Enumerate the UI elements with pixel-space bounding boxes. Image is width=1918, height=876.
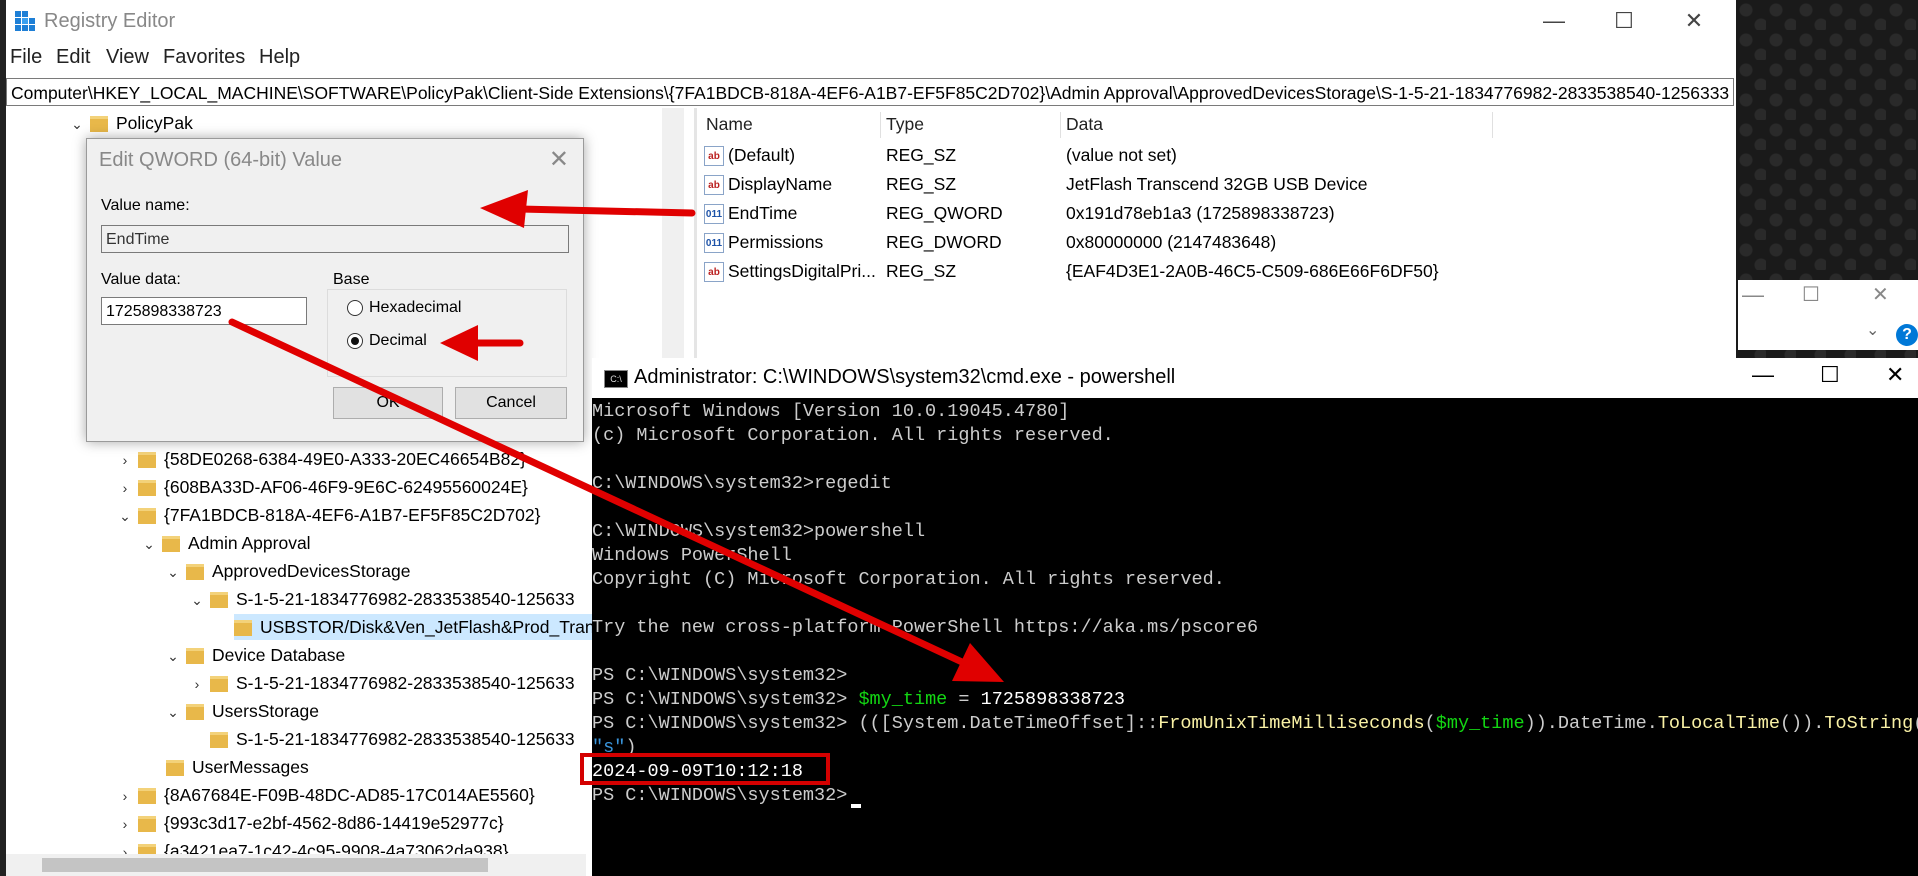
arrow-to-value-name (480, 190, 696, 228)
arrow-to-decimal (440, 325, 524, 361)
arrow-to-powershell-value (228, 318, 1004, 682)
annotation-arrows (228, 190, 1004, 682)
